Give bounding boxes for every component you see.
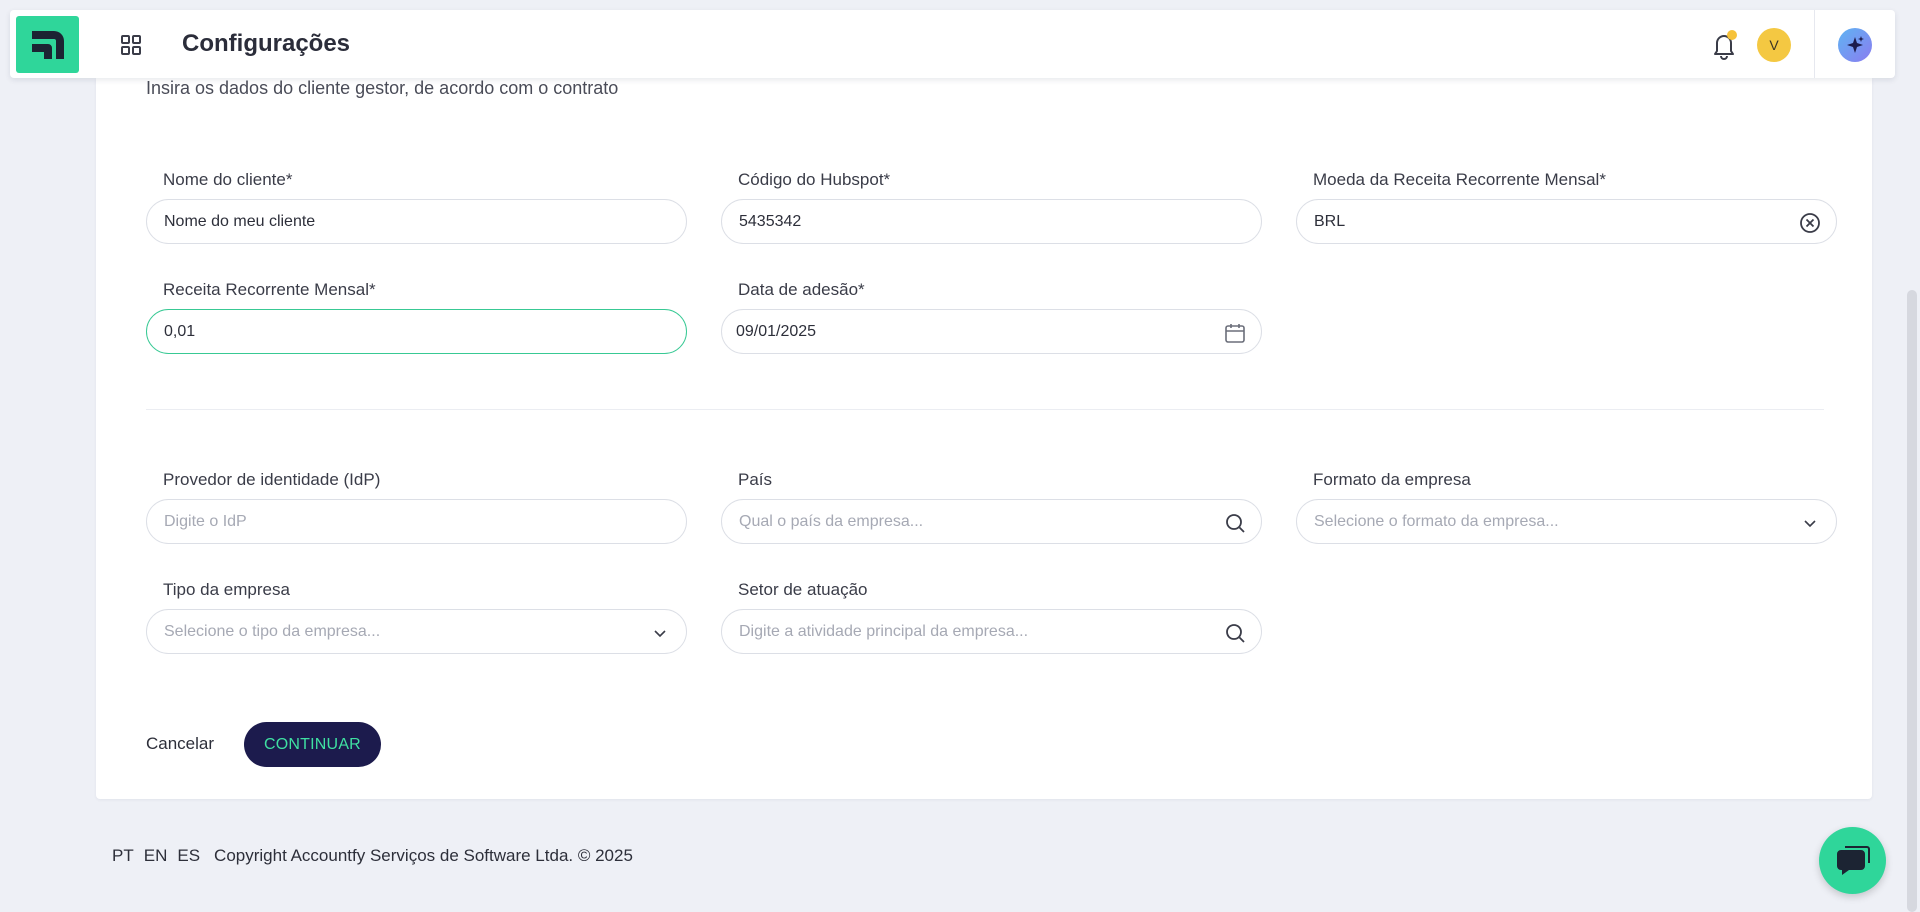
continue-button[interactable]: CONTINUAR bbox=[244, 722, 381, 767]
company-type-placeholder: Selecione o tipo da empresa... bbox=[164, 622, 381, 640]
language-en[interactable]: EN bbox=[144, 846, 168, 866]
search-icon[interactable] bbox=[1223, 621, 1247, 645]
company-type-select[interactable]: Selecione o tipo da empresa... bbox=[146, 609, 687, 654]
language-pt[interactable]: PT bbox=[112, 846, 134, 866]
hubspot-code-input[interactable]: 5435342 bbox=[721, 199, 1262, 244]
company-format-placeholder: Selecione o formato da empresa... bbox=[1314, 512, 1559, 530]
mrr-field: Receita Recorrente Mensal* 0,01 bbox=[146, 280, 687, 354]
join-date-input[interactable]: 09/01/2025 bbox=[721, 309, 1262, 354]
company-type-field: Tipo da empresa Selecione o tipo da empr… bbox=[146, 580, 687, 654]
chat-bubble-icon[interactable] bbox=[1819, 827, 1886, 894]
join-date-field: Data de adesão* 09/01/2025 bbox=[721, 280, 1262, 354]
form-subtitle: Insira os dados do cliente gestor, de ac… bbox=[146, 78, 619, 98]
company-type-label: Tipo da empresa bbox=[163, 580, 290, 599]
grid-icon[interactable] bbox=[120, 34, 142, 56]
mrr-currency-field: Moeda da Receita Recorrente Mensal* BRL bbox=[1296, 170, 1837, 244]
chevron-down-icon[interactable] bbox=[1798, 511, 1822, 535]
hubspot-code-field: Código do Hubspot* 5435342 bbox=[721, 170, 1262, 244]
notification-badge bbox=[1727, 30, 1737, 40]
sparkle-icon[interactable] bbox=[1838, 28, 1872, 62]
idp-input[interactable]: Digite o IdP bbox=[146, 499, 687, 544]
company-format-select[interactable]: Selecione o formato da empresa... bbox=[1296, 499, 1837, 544]
brand-logo-icon[interactable] bbox=[16, 16, 79, 73]
footer: PT EN ES Copyright Accountfy Serviços de… bbox=[112, 846, 633, 866]
client-name-field: Nome do cliente* Nome do meu cliente bbox=[146, 170, 687, 244]
sector-placeholder: Digite a atividade principal da empresa.… bbox=[739, 622, 1029, 640]
sector-field: Setor de atuação Digite a atividade prin… bbox=[721, 580, 1262, 654]
country-input[interactable]: Qual o país da empresa... bbox=[721, 499, 1262, 544]
country-field: País Qual o país da empresa... bbox=[721, 470, 1262, 544]
mrr-input[interactable]: 0,01 bbox=[146, 309, 687, 354]
search-icon[interactable] bbox=[1223, 511, 1247, 535]
avatar[interactable]: V bbox=[1757, 28, 1791, 62]
top-bar: Configurações V bbox=[10, 10, 1895, 78]
language-es[interactable]: ES bbox=[177, 846, 200, 866]
section-divider bbox=[146, 409, 1824, 410]
company-format-label: Formato da empresa bbox=[1313, 470, 1471, 489]
calendar-icon[interactable] bbox=[1223, 321, 1247, 345]
join-date-value: 09/01/2025 bbox=[736, 322, 817, 340]
header-divider bbox=[1814, 10, 1815, 78]
mrr-currency-select[interactable]: BRL bbox=[1296, 199, 1837, 244]
sector-label: Setor de atuação bbox=[738, 580, 868, 599]
cancel-button[interactable]: Cancelar bbox=[146, 734, 214, 754]
hubspot-code-value: 5435342 bbox=[739, 212, 802, 230]
country-label: País bbox=[738, 470, 773, 489]
clear-icon[interactable] bbox=[1798, 211, 1822, 235]
hubspot-code-label: Código do Hubspot* bbox=[738, 170, 891, 189]
company-format-field: Formato da empresa Selecione o formato d… bbox=[1296, 470, 1837, 544]
idp-placeholder: Digite o IdP bbox=[164, 512, 247, 530]
mrr-currency-label: Moeda da Receita Recorrente Mensal* bbox=[1313, 170, 1606, 189]
client-name-value: Nome do meu cliente bbox=[164, 212, 316, 230]
chevron-down-icon[interactable] bbox=[648, 621, 672, 645]
client-name-input[interactable]: Nome do meu cliente bbox=[146, 199, 687, 244]
page-scrollbar[interactable] bbox=[1907, 290, 1917, 912]
mrr-label: Receita Recorrente Mensal* bbox=[163, 280, 376, 299]
copyright-text: Copyright Accountfy Serviços de Software… bbox=[214, 846, 633, 865]
mrr-value: 0,01 bbox=[164, 322, 196, 340]
sector-input[interactable]: Digite a atividade principal da empresa.… bbox=[721, 609, 1262, 654]
idp-label: Provedor de identidade (IdP) bbox=[163, 470, 381, 489]
mrr-currency-value: BRL bbox=[1314, 212, 1346, 230]
client-form-card: Insira os dados do cliente gestor, de ac… bbox=[96, 78, 1872, 799]
client-name-label: Nome do cliente* bbox=[163, 170, 293, 189]
idp-field: Provedor de identidade (IdP) Digite o Id… bbox=[146, 470, 687, 544]
page-title: Configurações bbox=[182, 30, 351, 57]
join-date-label: Data de adesão* bbox=[738, 280, 865, 299]
country-placeholder: Qual o país da empresa... bbox=[739, 512, 924, 530]
